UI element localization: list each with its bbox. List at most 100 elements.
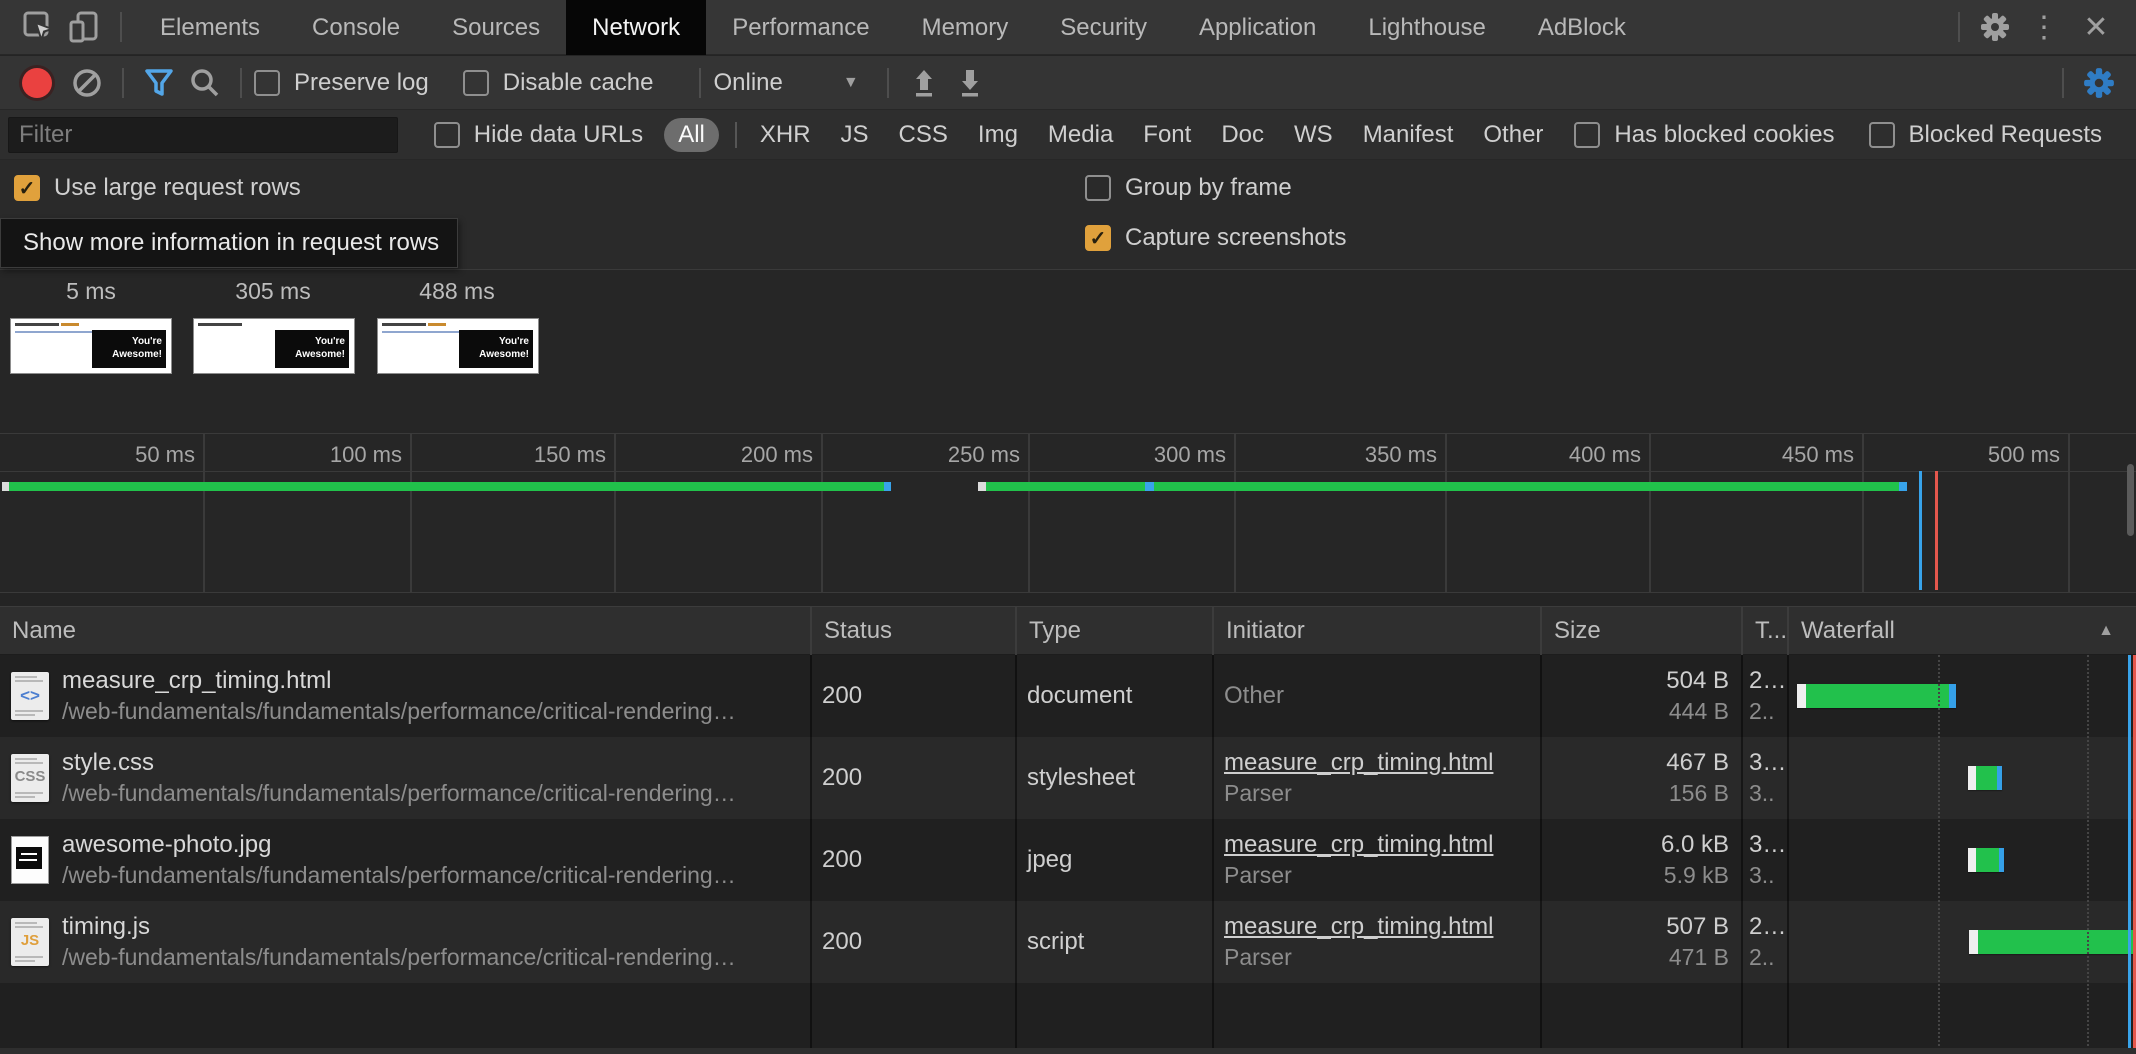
search-icon[interactable] xyxy=(182,61,228,105)
column-header-name[interactable]: Name xyxy=(0,607,810,656)
tick-label: 100 ms xyxy=(252,442,402,468)
table-row[interactable]: <> measure_crp_timing.html /web-fundamen… xyxy=(0,655,2136,737)
name-cell: CSS style.css /web-fundamentals/fundamen… xyxy=(0,737,810,819)
column-header-type[interactable]: Type xyxy=(1015,607,1212,656)
filter-type-img[interactable]: Img xyxy=(978,121,1018,149)
initiator-link[interactable]: measure_crp_timing.html xyxy=(1224,830,1540,860)
tab-application[interactable]: Application xyxy=(1173,0,1342,55)
network-toolbar: Preserve log Disable cache Online ▼ xyxy=(0,56,2136,110)
close-devtools-icon[interactable]: ✕ xyxy=(2070,10,2122,45)
column-divider[interactable] xyxy=(1787,655,1789,1054)
hide-data-urls-checkbox[interactable]: Hide data URLs xyxy=(434,121,643,149)
ruler-divider xyxy=(0,471,2136,472)
filter-type-css[interactable]: CSS xyxy=(899,121,948,149)
initiator-sub: Parser xyxy=(1224,860,1540,890)
column-header-size[interactable]: Size xyxy=(1540,607,1741,656)
column-divider[interactable] xyxy=(810,655,812,1054)
import-har-icon[interactable] xyxy=(901,61,947,105)
screenshot-thumbnail[interactable]: You're Awesome! xyxy=(10,318,172,374)
column-divider[interactable] xyxy=(1540,655,1542,1054)
filter-type-other[interactable]: Other xyxy=(1483,121,1543,149)
preserve-log-checkbox[interactable]: Preserve log xyxy=(254,69,429,97)
waterfall-bar[interactable] xyxy=(1969,930,2136,954)
export-har-icon[interactable] xyxy=(947,61,993,105)
tab-network[interactable]: Network xyxy=(566,0,706,55)
screenshot-time-label: 488 ms xyxy=(376,278,538,304)
tab-memory[interactable]: Memory xyxy=(896,0,1035,55)
column-header-time[interactable]: T... xyxy=(1741,607,1787,656)
initiator-link[interactable]: measure_crp_timing.html xyxy=(1224,912,1540,942)
screenshot-thumbnail[interactable]: You're Awesome! xyxy=(377,318,539,374)
tab-sources[interactable]: Sources xyxy=(426,0,566,55)
separator xyxy=(122,68,124,98)
filter-type-xhr[interactable]: XHR xyxy=(760,121,811,149)
filter-type-font[interactable]: Font xyxy=(1143,121,1191,149)
disable-cache-checkbox[interactable]: Disable cache xyxy=(463,69,654,97)
filter-type-ws[interactable]: WS xyxy=(1294,121,1333,149)
filter-type-js[interactable]: JS xyxy=(841,121,869,149)
filter-input[interactable] xyxy=(8,117,398,153)
tab-elements[interactable]: Elements xyxy=(134,0,286,55)
filter-funnel-icon[interactable] xyxy=(136,61,182,105)
table-row[interactable]: CSS style.css /web-fundamentals/fundamen… xyxy=(0,737,2136,819)
column-header-status[interactable]: Status xyxy=(810,607,1015,656)
network-overview-timeline[interactable]: 50 ms 100 ms 150 ms 200 ms 250 ms 300 ms… xyxy=(0,433,2136,593)
overview-scrollbar-thumb[interactable] xyxy=(2127,464,2134,536)
has-blocked-cookies-checkbox[interactable]: Has blocked cookies xyxy=(1574,121,1834,149)
device-toolbar-icon[interactable] xyxy=(62,5,108,49)
tab-performance[interactable]: Performance xyxy=(706,0,895,55)
filter-type-manifest[interactable]: Manifest xyxy=(1363,121,1454,149)
filter-type-doc[interactable]: Doc xyxy=(1221,121,1264,149)
gridline xyxy=(821,434,823,592)
checkbox-checked[interactable]: ✓ xyxy=(1085,225,1111,251)
hide-data-urls-label: Hide data URLs xyxy=(474,121,643,149)
network-settings-gear-icon[interactable] xyxy=(2076,61,2122,105)
time-latency: 3.. xyxy=(1749,860,1787,890)
load-event-line xyxy=(1935,471,1938,590)
inspect-element-icon[interactable] xyxy=(16,5,62,49)
checkbox-unchecked[interactable] xyxy=(463,70,489,96)
capture-screenshots-checkbox[interactable]: ✓ Capture screenshots xyxy=(1085,224,1346,252)
network-filter-bar: Hide data URLs All XHR JS CSS Img Media … xyxy=(0,110,2136,160)
css-document-icon: CSS xyxy=(11,754,49,802)
screenshot-thumbnail[interactable]: You're Awesome! xyxy=(193,318,355,374)
use-large-request-rows-checkbox[interactable]: ✓ Use large request rows xyxy=(14,174,301,202)
thumbnail-caption: You're Awesome! xyxy=(459,330,533,368)
tab-lighthouse[interactable]: Lighthouse xyxy=(1342,0,1511,55)
column-divider[interactable] xyxy=(1212,655,1214,1054)
tooltip-text: Show more information in request rows xyxy=(23,229,439,257)
waterfall-bar[interactable] xyxy=(1968,766,2002,790)
group-by-frame-checkbox[interactable]: Group by frame xyxy=(1085,174,1292,202)
settings-gear-icon[interactable] xyxy=(1972,5,2018,49)
table-row[interactable]: JS timing.js /web-fundamentals/fundament… xyxy=(0,901,2136,983)
blocked-requests-checkbox[interactable]: Blocked Requests xyxy=(1869,121,2102,149)
record-network-log-button[interactable] xyxy=(22,68,52,98)
check-icon: ✓ xyxy=(19,176,36,201)
tab-console[interactable]: Console xyxy=(286,0,426,55)
checkbox-checked[interactable]: ✓ xyxy=(14,175,40,201)
checkbox-unchecked[interactable] xyxy=(254,70,280,96)
checkbox-unchecked[interactable] xyxy=(1085,175,1111,201)
checkbox-unchecked[interactable] xyxy=(1574,122,1600,148)
waterfall-bar[interactable] xyxy=(1797,684,1956,708)
column-header-initiator[interactable]: Initiator xyxy=(1212,607,1540,656)
checkbox-unchecked[interactable] xyxy=(1869,122,1895,148)
network-throttling-select[interactable]: Online ▼ xyxy=(713,69,858,97)
screenshot-time-label: 305 ms xyxy=(192,278,354,304)
column-divider[interactable] xyxy=(1015,655,1017,1054)
column-divider[interactable] xyxy=(1741,655,1743,1054)
initiator-link[interactable]: measure_crp_timing.html xyxy=(1224,748,1540,778)
tooltip-show-more-information: Show more information in request rows xyxy=(0,218,458,268)
filter-type-media[interactable]: Media xyxy=(1048,121,1113,149)
sort-ascending-icon[interactable]: ▲ xyxy=(2098,607,2114,654)
tab-security[interactable]: Security xyxy=(1034,0,1173,55)
filter-type-all[interactable]: All xyxy=(664,118,719,152)
waterfall-bar[interactable] xyxy=(1968,848,2004,872)
clear-network-log-icon[interactable] xyxy=(64,61,110,105)
tab-adblock[interactable]: AdBlock xyxy=(1512,0,1652,55)
table-row[interactable]: awesome-photo.jpg /web-fundamentals/fund… xyxy=(0,819,2136,901)
checkbox-unchecked[interactable] xyxy=(434,122,460,148)
column-header-waterfall[interactable]: Waterfall xyxy=(1787,607,2136,656)
more-options-icon[interactable]: ⋮ xyxy=(2018,10,2070,45)
tick-label: 350 ms xyxy=(1287,442,1437,468)
